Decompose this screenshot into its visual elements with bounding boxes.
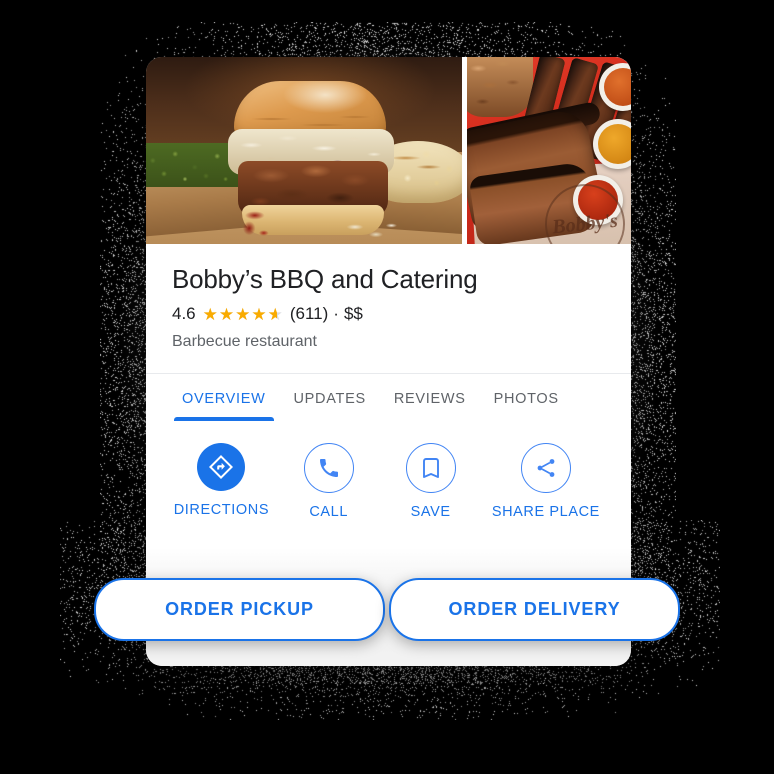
rating-value: 4.6 <box>172 304 196 324</box>
order-pickup-button[interactable]: ORDER PICKUP <box>94 578 385 641</box>
coleslaw-spill <box>334 215 404 244</box>
save-button[interactable]: SAVE <box>381 443 481 520</box>
order-button-row: ORDER PICKUP ORDER DELIVERY <box>94 578 680 641</box>
tab-reviews[interactable]: REVIEWS <box>380 374 480 421</box>
photo-strip: Bobby's <box>146 57 631 244</box>
directions-icon <box>197 443 245 491</box>
pulled-pork-sandwich-photo[interactable] <box>146 57 462 244</box>
screenshot-stage: Bobby's Bobby’s BBQ and Catering 4.6 ★★★… <box>0 0 774 774</box>
review-count: (611) <box>290 304 328 324</box>
star-rating-fill: ★★★★★ <box>203 306 278 323</box>
page-title: Bobby’s BBQ and Catering <box>172 264 605 295</box>
bookmark-icon <box>406 443 456 493</box>
order-delivery-button[interactable]: ORDER DELIVERY <box>389 578 680 641</box>
business-info: Bobby’s BBQ and Catering 4.6 ★★★★★ ★★★★★… <box>146 244 631 351</box>
rating-row: 4.6 ★★★★★ ★★★★★ (611) · $$ <box>172 304 605 324</box>
share-place-label: SHARE PLACE <box>492 504 600 520</box>
tab-updates[interactable]: UPDATES <box>280 374 380 421</box>
directions-button[interactable]: DIRECTIONS <box>166 443 277 520</box>
star-rating-icon: ★★★★★ ★★★★★ <box>203 306 284 323</box>
place-card: Bobby's Bobby’s BBQ and Catering 4.6 ★★★… <box>146 57 631 666</box>
tab-overview[interactable]: OVERVIEW <box>168 374 280 421</box>
tab-bar: OVERVIEW UPDATES REVIEWS PHOTOS <box>146 373 631 421</box>
bun-crease-detail <box>246 111 374 131</box>
bbq-sauce-drip <box>238 209 294 241</box>
phone-icon <box>304 443 354 493</box>
tab-photos[interactable]: PHOTOS <box>480 374 573 421</box>
brisket-ribs-sauces-photo[interactable]: Bobby's <box>467 57 631 244</box>
action-row: DIRECTIONS CALL SAVE SHARE PLACE <box>146 421 631 520</box>
price-level: $$ <box>344 304 363 324</box>
sauce-drizzle <box>384 149 456 179</box>
share-icon <box>521 443 571 493</box>
directions-label: DIRECTIONS <box>174 502 269 518</box>
save-label: SAVE <box>411 504 451 520</box>
call-button[interactable]: CALL <box>277 443 381 520</box>
rating-separator: · <box>333 304 339 324</box>
pulled-pork-pile <box>467 57 533 117</box>
share-place-button[interactable]: SHARE PLACE <box>481 443 611 520</box>
business-category: Barbecue restaurant <box>172 333 605 351</box>
call-label: CALL <box>309 504 348 520</box>
